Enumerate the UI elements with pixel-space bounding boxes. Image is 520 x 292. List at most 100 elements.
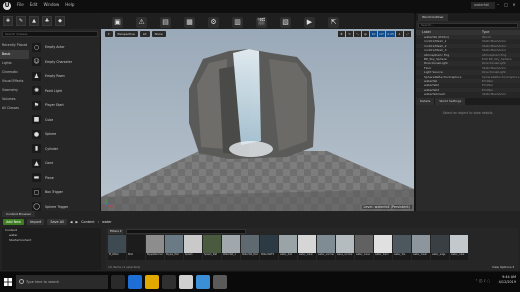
import-button[interactable]: Import: [27, 218, 45, 225]
world-icon[interactable]: ◍: [361, 31, 369, 37]
grid-snap-value[interactable]: 10: [369, 31, 377, 37]
category-lights[interactable]: Lights: [0, 59, 29, 68]
viewport-options-icon[interactable]: ▾: [105, 31, 113, 37]
taskbar-search-input[interactable]: Type here to search: [16, 275, 108, 289]
edge-browser-icon[interactable]: [128, 275, 142, 289]
translate-icon[interactable]: ✥: [337, 31, 345, 37]
task-view-icon[interactable]: [111, 275, 125, 289]
system-tray-icons[interactable]: ⌃ ◫ ♪ ◌: [475, 279, 490, 283]
breadcrumb-water[interactable]: water: [102, 220, 112, 224]
place-item-sphere[interactable]: ● Sphere: [30, 127, 98, 142]
show-button[interactable]: Show: [151, 31, 166, 37]
perspective-button[interactable]: Perspective: [114, 31, 138, 37]
menu-edit[interactable]: Edit: [27, 1, 41, 8]
place-item-player-start[interactable]: ⚑ Player Start: [30, 98, 98, 113]
windows-start-button[interactable]: [0, 272, 16, 292]
asset-name: M_Water: [109, 253, 119, 256]
asset-tile[interactable]: water_mask: [298, 235, 316, 260]
place-item-cube[interactable]: ■ Cube: [30, 113, 98, 128]
asset-tile[interactable]: RippleNormal: [146, 235, 164, 260]
asset-tile[interactable]: water_noise: [355, 235, 373, 260]
asset-tile[interactable]: Splash_Mat: [203, 235, 221, 260]
asset-tile[interactable]: water_dist: [279, 235, 297, 260]
unreal-taskbar-icon[interactable]: [179, 275, 193, 289]
asset-tile[interactable]: Ripple_Mat: [165, 235, 183, 260]
outliner-search-input[interactable]: Search...: [418, 23, 518, 28]
system-clock[interactable]: 9:44 AM 4/12/2019: [499, 275, 516, 285]
level-viewport[interactable]: ▾ Perspective Lit Show ✥ ↻ ⤡ ◍ 10 10° 0.…: [101, 29, 414, 211]
camera-speed-value[interactable]: 4: [396, 31, 403, 37]
forward-icon[interactable]: ▶: [76, 220, 79, 224]
place-item-cylinder[interactable]: ▮ Cylinder: [30, 142, 98, 157]
place-item-cone[interactable]: ▲ Cone: [30, 156, 98, 171]
folder-starter-content[interactable]: StarterContent: [2, 238, 101, 243]
category-recently-placed[interactable]: Recently Placed: [0, 41, 29, 50]
back-icon[interactable]: ◀: [70, 220, 73, 224]
rotate-icon[interactable]: ↻: [345, 31, 353, 37]
place-item-plane[interactable]: ▬ Plane: [30, 171, 98, 186]
menu-file[interactable]: File: [14, 1, 27, 8]
maximize-button[interactable]: □: [502, 1, 510, 8]
file-explorer-icon[interactable]: [145, 275, 159, 289]
scale-snap-value[interactable]: 0.25: [386, 31, 395, 37]
store-icon[interactable]: [162, 275, 176, 289]
minimize-button[interactable]: –: [494, 1, 502, 8]
paint-mode-icon[interactable]: ✎: [16, 16, 26, 26]
tab-world-outliner[interactable]: World Outliner: [418, 14, 448, 21]
asset-grid: Filters ▾ M_Water Mist RippleNormal Ripple_…: [106, 228, 518, 270]
asset-tile[interactable]: water_tile: [393, 235, 411, 260]
category-basic[interactable]: Basic: [0, 50, 29, 59]
asset-tile[interactable]: Mist: [127, 235, 145, 260]
filters-button[interactable]: Filters ▾: [108, 228, 124, 234]
category-all-classes[interactable]: All Classes: [0, 104, 29, 113]
place-panel: Search Classes Recently Placed Basic Lig…: [0, 29, 100, 212]
asset-search-input[interactable]: [126, 228, 247, 234]
asset-tile[interactable]: WaterfallFX: [260, 235, 278, 260]
breadcrumb-content[interactable]: Content: [81, 220, 95, 224]
place-item-empty-character[interactable]: ☺ Empty Character: [30, 55, 98, 70]
category-geometry[interactable]: Geometry: [0, 86, 29, 95]
geometry-mode-icon[interactable]: ◆: [55, 16, 65, 26]
asset-tile[interactable]: Splash: [184, 235, 202, 260]
menu-help[interactable]: Help: [62, 1, 77, 8]
asset-tile[interactable]: Waterfall_Mat: [241, 235, 259, 260]
category-visual-effects[interactable]: Visual Effects: [0, 77, 29, 86]
tab-details[interactable]: Details: [416, 98, 435, 105]
asset-tile[interactable]: M_Water: [108, 235, 126, 260]
maximize-viewport-icon[interactable]: ⤢: [404, 31, 411, 37]
asset-thumbnail: [146, 235, 164, 253]
tab-world-settings[interactable]: World Settings: [435, 98, 466, 105]
asset-tile[interactable]: water_normal: [317, 235, 335, 260]
place-item-point-light[interactable]: ✺ Point Light: [30, 84, 98, 99]
asset-tile[interactable]: water_mesh: [412, 235, 430, 260]
outliner-row[interactable]: waterfallmesh StaticMeshActor: [416, 92, 520, 96]
scale-icon[interactable]: ⤡: [353, 31, 361, 37]
place-mode-icon[interactable]: ✚: [3, 16, 13, 26]
category-cinematic[interactable]: Cinematic: [0, 68, 29, 77]
asset-tile[interactable]: water_edge: [431, 235, 449, 260]
place-item-empty-actor[interactable]: ○ Empty Actor: [30, 40, 98, 55]
category-volumes[interactable]: Volumes: [0, 95, 29, 104]
mail-icon[interactable]: [196, 275, 210, 289]
lit-button[interactable]: Lit: [139, 31, 150, 37]
menu-window[interactable]: Window: [40, 1, 62, 8]
landscape-mode-icon[interactable]: ▲: [29, 16, 39, 26]
outliner-rows: waterfall (Editor) World rock01/Mesh_1 Sta…: [416, 35, 520, 96]
place-item-empty-pawn[interactable]: ♟ Empty Pawn: [30, 69, 98, 84]
project-tab[interactable]: waterfall: [471, 2, 495, 9]
foliage-mode-icon[interactable]: ♣: [42, 16, 52, 26]
asset-thumbnail: [317, 235, 335, 253]
asset-tile[interactable]: Waterfall_1: [222, 235, 240, 260]
asset-tile[interactable]: water_foam: [374, 235, 392, 260]
asset-tile[interactable]: water_cube: [450, 235, 468, 260]
place-item-box-trigger[interactable]: ▢ Box Trigger: [30, 185, 98, 200]
save-all-button[interactable]: Save All: [47, 218, 67, 225]
asset-thumbnail: [203, 235, 221, 253]
rotation-snap-value[interactable]: 10°: [377, 31, 386, 37]
asset-tile[interactable]: wave_normal: [336, 235, 354, 260]
settings-taskbar-icon[interactable]: [213, 275, 227, 289]
assets-view-options[interactable]: View Options ▾: [492, 265, 514, 269]
add-new-button[interactable]: Add New: [3, 218, 25, 225]
class-search-input[interactable]: Search Classes: [2, 31, 98, 37]
close-button[interactable]: ✕: [510, 1, 518, 8]
